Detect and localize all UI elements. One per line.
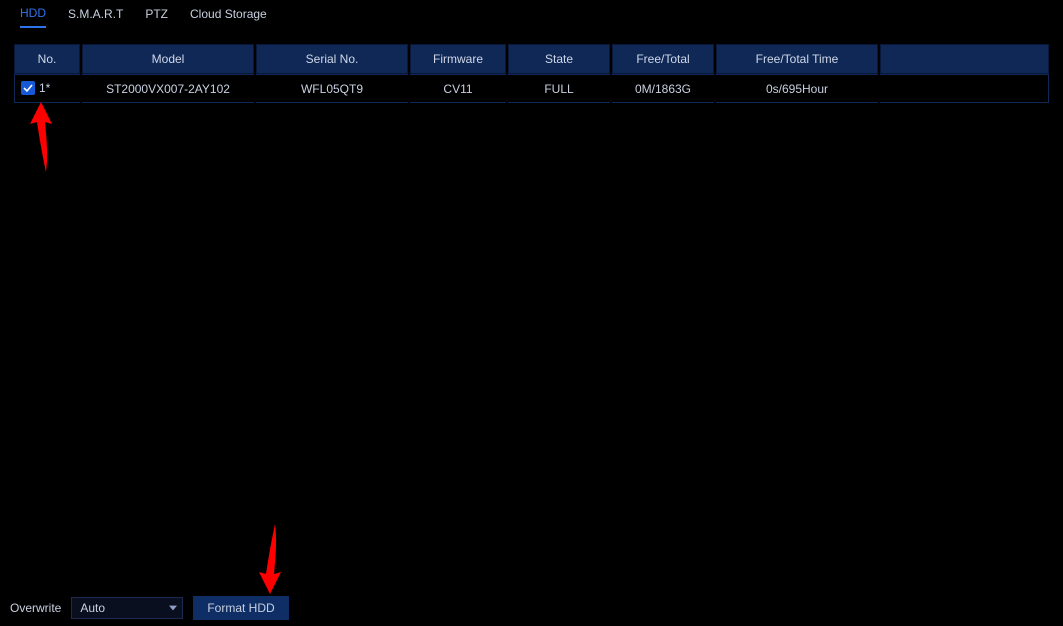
overwrite-select[interactable]: Auto [71, 597, 183, 619]
row-state: FULL [508, 74, 610, 103]
row-model: ST2000VX007-2AY102 [82, 74, 254, 103]
tabbar: HDD S.M.A.R.T PTZ Cloud Storage [0, 0, 1063, 28]
annotation-arrow-up-icon [26, 102, 56, 172]
check-icon [23, 83, 33, 93]
col-freetotal: Free/Total [612, 44, 714, 74]
col-firmware: Firmware [410, 44, 506, 74]
col-freetotaltime: Free/Total Time [716, 44, 878, 74]
row-freetotal: 0M/1863G [612, 74, 714, 103]
row-serial: WFL05QT9 [256, 74, 408, 103]
col-serial: Serial No. [256, 44, 408, 74]
row-checkbox[interactable] [21, 81, 35, 95]
overwrite-value: Auto [80, 601, 105, 615]
chevron-down-icon [169, 605, 177, 611]
row-freetotaltime: 0s/695Hour [716, 74, 878, 103]
bottom-bar: Overwrite Auto Format HDD [10, 596, 289, 620]
row-no-label: 1* [39, 81, 50, 95]
format-hdd-button[interactable]: Format HDD [193, 596, 288, 620]
tab-cloud-storage[interactable]: Cloud Storage [190, 7, 267, 27]
row-firmware: CV11 [410, 74, 506, 103]
table-header-row: No. Model Serial No. Firmware State Free… [14, 44, 1049, 74]
tab-ptz[interactable]: PTZ [145, 7, 168, 27]
overwrite-label: Overwrite [10, 601, 61, 615]
hdd-table: No. Model Serial No. Firmware State Free… [12, 44, 1051, 103]
table-row[interactable]: 1* ST2000VX007-2AY102 WFL05QT9 CV11 FULL… [14, 74, 1049, 103]
hdd-table-container: No. Model Serial No. Firmware State Free… [12, 44, 1051, 103]
row-blank [880, 74, 1049, 103]
col-blank [880, 44, 1049, 74]
tab-hdd[interactable]: HDD [20, 6, 46, 28]
col-no: No. [14, 44, 80, 74]
annotation-arrow-down-icon [255, 524, 285, 594]
col-state: State [508, 44, 610, 74]
col-model: Model [82, 44, 254, 74]
tab-smart[interactable]: S.M.A.R.T [68, 7, 123, 27]
